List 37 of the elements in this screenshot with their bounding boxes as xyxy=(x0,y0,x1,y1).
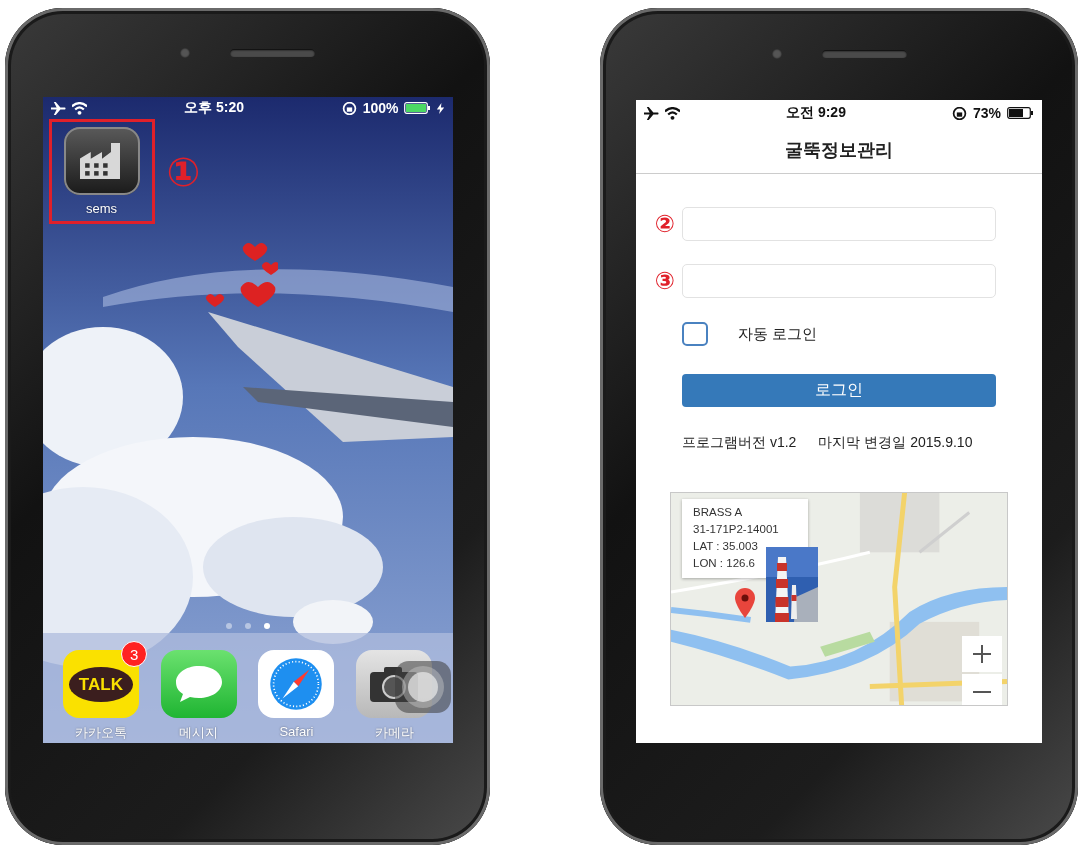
rotation-lock-icon xyxy=(341,101,357,115)
notification-badge: 3 xyxy=(121,641,148,667)
status-time: 오후 5:20 xyxy=(184,99,245,117)
battery-percentage: 73% xyxy=(972,105,1001,121)
last-modified-text: 마지막 변경일 2015.9.10 xyxy=(818,434,973,452)
speech-bubble-icon xyxy=(173,664,224,704)
camera-lens xyxy=(771,49,782,59)
page-dot[interactable] xyxy=(225,623,232,629)
screen-title: 굴뚝정보관리 xyxy=(785,138,893,162)
checkbox[interactable] xyxy=(682,322,708,346)
assistive-touch-button[interactable] xyxy=(394,661,451,713)
checkbox-label: 자동 로그인 xyxy=(738,324,818,344)
airplane-icon xyxy=(644,106,659,120)
lightning-bolt-icon xyxy=(437,102,445,114)
battery-percentage: 100% xyxy=(362,100,399,116)
rotation-lock-icon xyxy=(951,106,967,120)
input-field[interactable] xyxy=(682,264,996,298)
status-time: 오전 9:29 xyxy=(786,104,846,122)
callout-number: ① xyxy=(166,151,201,192)
airplane-icon xyxy=(50,101,66,115)
input-field[interactable] xyxy=(682,207,996,241)
app-label: Safari xyxy=(279,724,314,739)
app-label: sems xyxy=(85,201,118,216)
page-dot[interactable] xyxy=(244,623,251,629)
wifi-icon xyxy=(665,106,680,120)
login-button[interactable]: 로그인 xyxy=(682,374,996,407)
callout-number: ③ xyxy=(653,269,677,293)
app-label: 카메라 xyxy=(374,724,414,742)
version-text: 프로그램버전 v1.2 xyxy=(682,434,797,452)
app-icon[interactable] xyxy=(63,127,140,195)
wifi-icon xyxy=(71,101,87,115)
callout-number: ② xyxy=(653,212,677,236)
app-label: 메시지 xyxy=(179,724,219,742)
camera-lens xyxy=(180,47,190,58)
page-dot[interactable] xyxy=(263,623,270,629)
app-label: 카카오톡 xyxy=(74,724,127,742)
compass-icon xyxy=(268,656,325,712)
